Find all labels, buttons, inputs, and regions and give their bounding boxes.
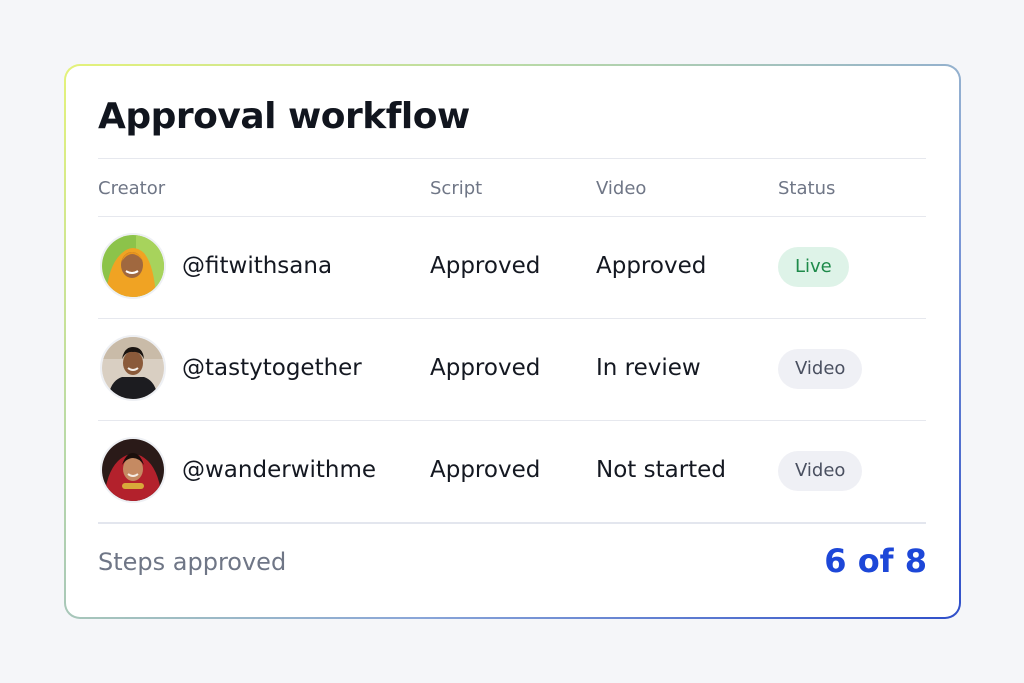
creator-handle[interactable]: @fitwithsana [182, 253, 332, 279]
column-header-creator: Creator [98, 178, 166, 199]
status-badge: Live [778, 247, 849, 287]
approval-workflow-card: Approval workflow Creator Script Video S… [66, 66, 959, 617]
approval-card-frame: Approval workflow Creator Script Video S… [64, 64, 961, 619]
card-title: Approval workflow [98, 96, 470, 137]
status-badge: Video [778, 349, 863, 389]
avatar [100, 335, 166, 401]
script-status: Approved [430, 457, 541, 483]
status-badge: Video [778, 451, 863, 491]
creator-handle[interactable]: @tastytogether [182, 355, 362, 381]
column-header-video: Video [596, 178, 647, 199]
avatar [100, 437, 166, 503]
video-status: Not started [596, 457, 726, 483]
creator-handle[interactable]: @wanderwithme [182, 457, 376, 483]
script-status: Approved [430, 253, 541, 279]
steps-approved-count: 6 of 8 [824, 542, 927, 580]
steps-approved-label: Steps approved [98, 548, 287, 576]
column-header-script: Script [430, 178, 483, 199]
table-row[interactable]: @fitwithsana Approved Approved Live [98, 217, 926, 318]
title-divider [98, 158, 926, 159]
avatar [100, 233, 166, 299]
table-row[interactable]: @tastytogether Approved In review Video [98, 319, 926, 420]
footer-divider [98, 522, 926, 524]
video-status: Approved [596, 253, 707, 279]
script-status: Approved [430, 355, 541, 381]
video-status: In review [596, 355, 701, 381]
column-header-status: Status [778, 178, 836, 199]
table-row[interactable]: @wanderwithme Approved Not started Video [98, 421, 926, 522]
